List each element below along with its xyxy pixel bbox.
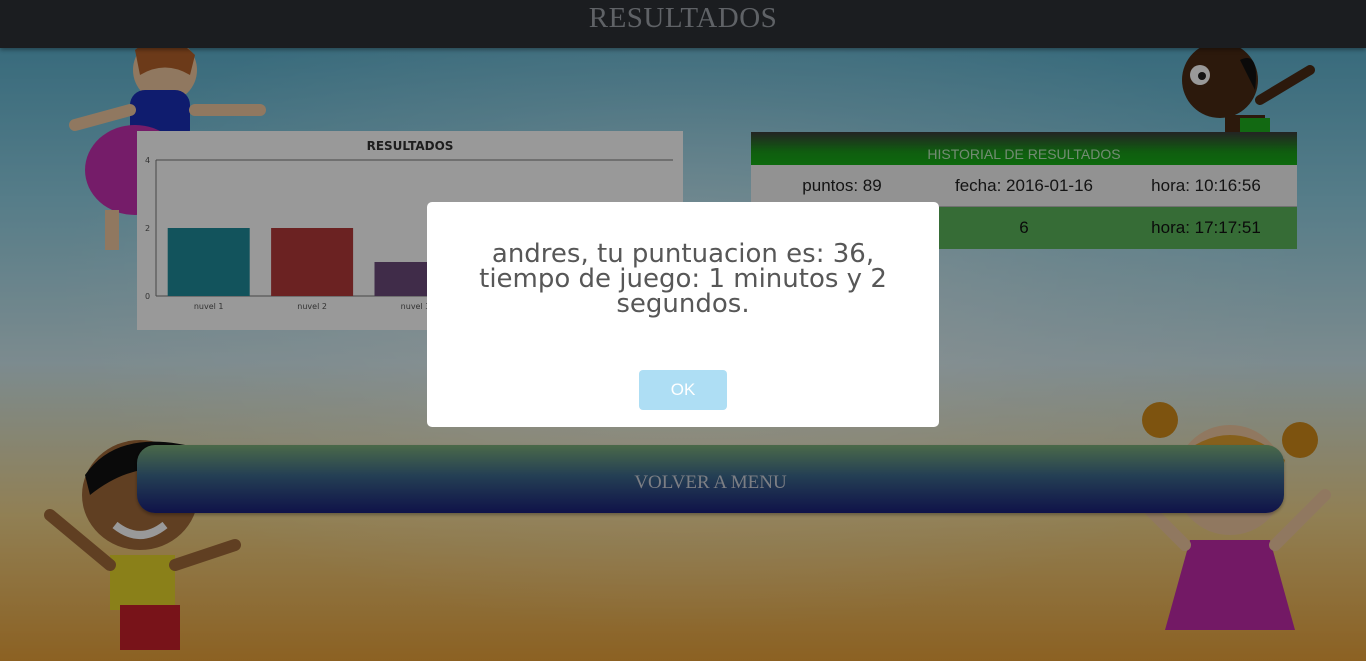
ok-button[interactable]: OK: [639, 370, 727, 410]
score-message: andres, tu puntuacion es: 36, tiempo de …: [479, 239, 887, 319]
score-dialog: andres, tu puntuacion es: 36, tiempo de …: [427, 202, 939, 427]
